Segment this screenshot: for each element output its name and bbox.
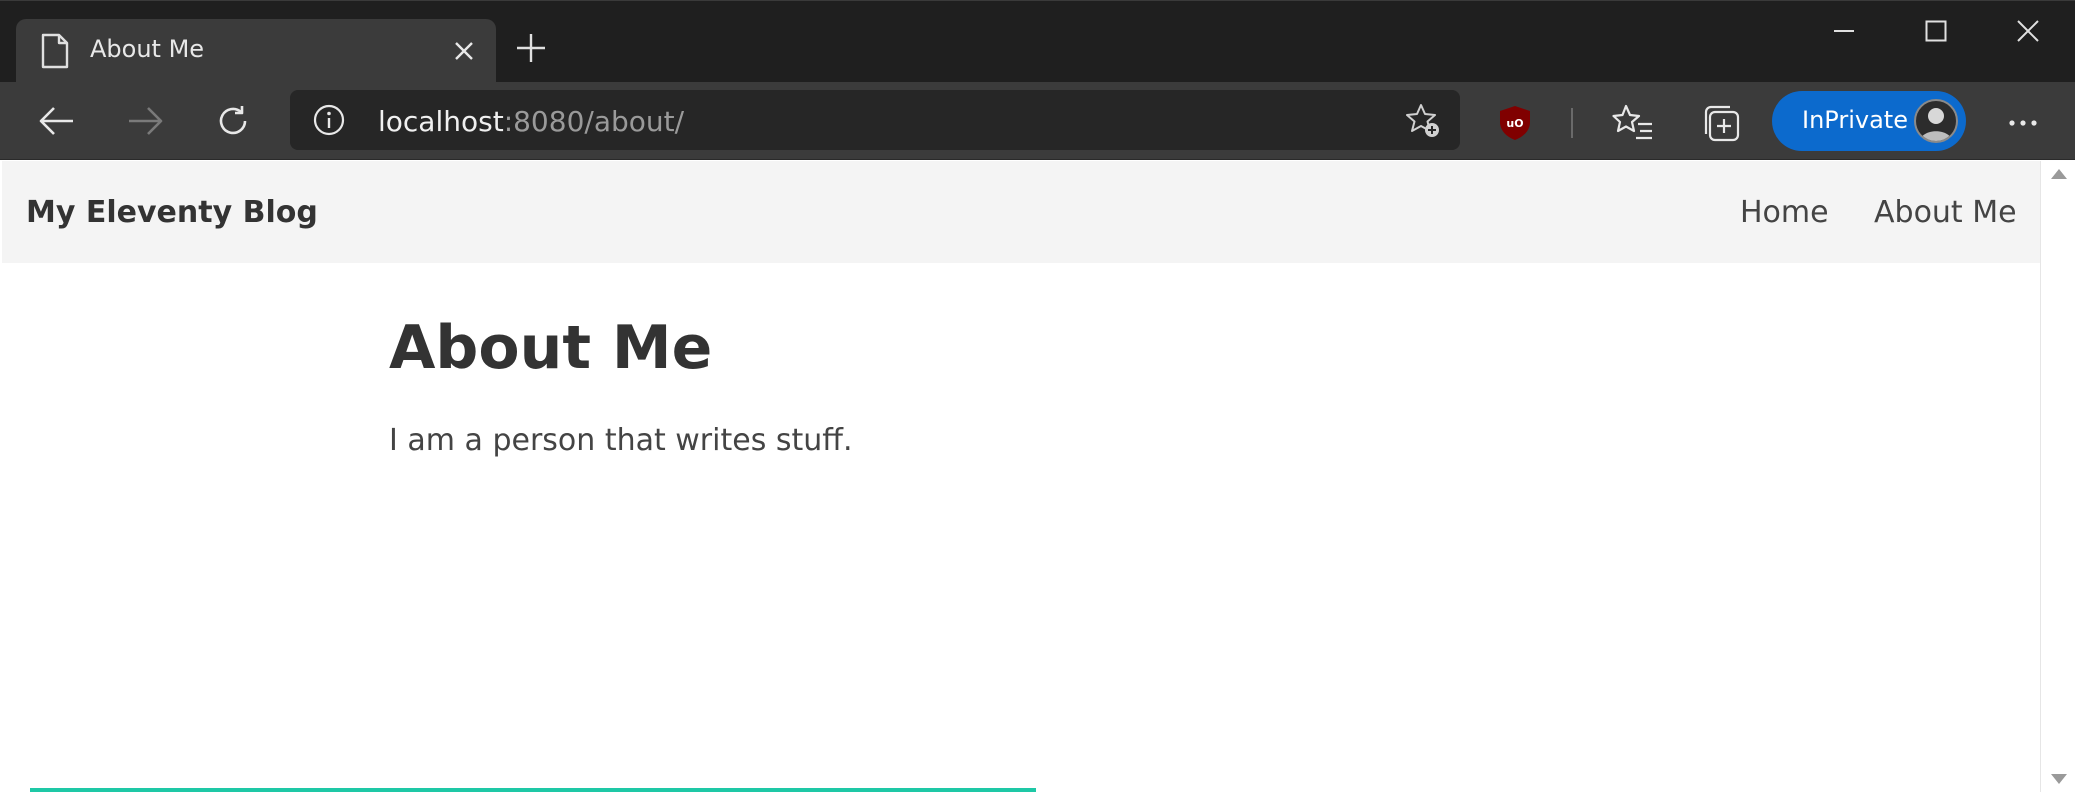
svg-text:uO: uO	[1506, 117, 1523, 130]
favorites-icon[interactable]	[1612, 102, 1654, 144]
more-options-icon[interactable]	[2000, 102, 2046, 144]
url-path: :8080/about/	[503, 105, 685, 138]
scroll-down-arrow-icon[interactable]	[2051, 774, 2067, 784]
ublock-shield-icon[interactable]: uO	[1496, 104, 1534, 142]
maximize-icon[interactable]	[1906, 11, 1966, 51]
add-favorite-star-icon[interactable]	[1404, 102, 1442, 140]
site-info-icon[interactable]	[312, 103, 346, 137]
browser-window: About Me localhost:8080/about/ uO InPriv…	[0, 0, 2075, 792]
tab-title: About Me	[90, 35, 205, 63]
browser-toolbar: localhost:8080/about/ uO InPrivate	[0, 82, 2075, 160]
site-brand-link[interactable]: My Eleventy Blog	[26, 195, 318, 230]
toolbar-separator	[1571, 108, 1573, 138]
url-text[interactable]: localhost:8080/about/	[378, 105, 684, 138]
page-viewport: My Eleventy Blog Home About Me About Me …	[2, 161, 2040, 792]
scroll-up-arrow-icon[interactable]	[2051, 169, 2067, 179]
inprivate-profile-button[interactable]: InPrivate	[1772, 91, 1966, 151]
tab-about-me[interactable]: About Me	[16, 19, 496, 83]
nav-link-about-me[interactable]: About Me	[1874, 195, 2017, 230]
minimize-icon[interactable]	[1814, 11, 1874, 51]
collections-icon[interactable]	[1700, 102, 1742, 144]
site-header: My Eleventy Blog Home About Me	[2, 161, 2040, 263]
forward-arrow-icon[interactable]	[122, 98, 168, 144]
nav-link-home[interactable]: Home	[1740, 195, 1829, 230]
tab-close-icon[interactable]	[448, 35, 480, 67]
back-arrow-icon[interactable]	[34, 98, 80, 144]
avatar	[1914, 99, 1958, 143]
refresh-icon[interactable]	[210, 98, 256, 144]
page-body-text: I am a person that writes stuff.	[389, 423, 853, 458]
url-host: localhost	[378, 105, 504, 138]
loading-progress-bar	[30, 788, 1036, 792]
title-bar: About Me	[0, 0, 2075, 83]
inprivate-label: InPrivate	[1802, 106, 1908, 134]
vertical-scrollbar[interactable]	[2040, 161, 2075, 792]
page-title: About Me	[389, 313, 713, 383]
new-tab-plus-icon[interactable]	[514, 31, 548, 65]
window-close-icon[interactable]	[1998, 11, 2058, 51]
page-icon	[41, 33, 69, 69]
address-bar[interactable]: localhost:8080/about/	[290, 90, 1460, 150]
